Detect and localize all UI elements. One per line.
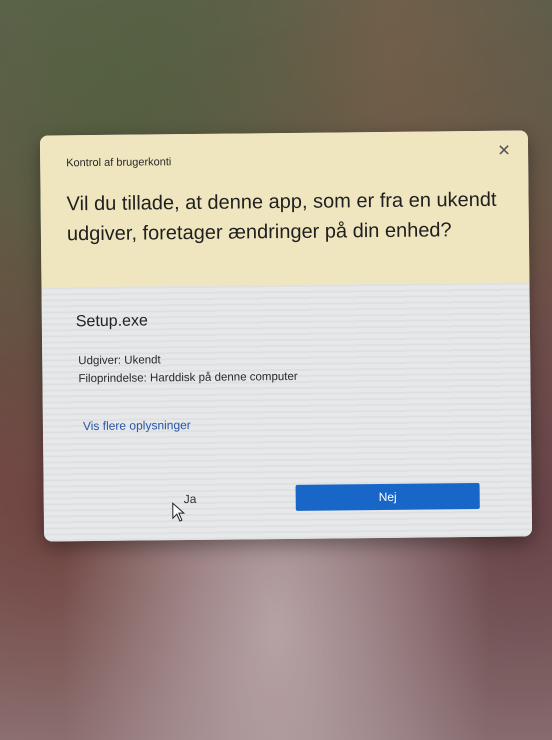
mouse-pointer-icon: [172, 502, 186, 522]
uac-dialog: Kontrol af brugerkonti ✕ Vil du tillade,…: [39, 130, 533, 542]
yes-button[interactable]: Ja: [114, 485, 302, 513]
publisher-info: Udgiver: Ukendt: [78, 354, 161, 368]
no-button[interactable]: Nej: [295, 482, 480, 511]
dialog-title: Kontrol af brugerkonti: [66, 156, 172, 170]
close-icon: ✕: [497, 142, 511, 160]
app-name: Setup.exe: [75, 312, 148, 331]
file-origin-info: Filoprindelse: Harddisk på denne compute…: [78, 370, 298, 386]
photo-of-monitor: Kontrol af brugerkonti ✕ Vil du tillade,…: [0, 0, 552, 740]
more-info-link[interactable]: Vis flere oplysninger: [83, 418, 191, 433]
close-button[interactable]: ✕: [492, 139, 516, 163]
permission-question: Vil du tillade, at denne app, som er fra…: [66, 188, 497, 246]
